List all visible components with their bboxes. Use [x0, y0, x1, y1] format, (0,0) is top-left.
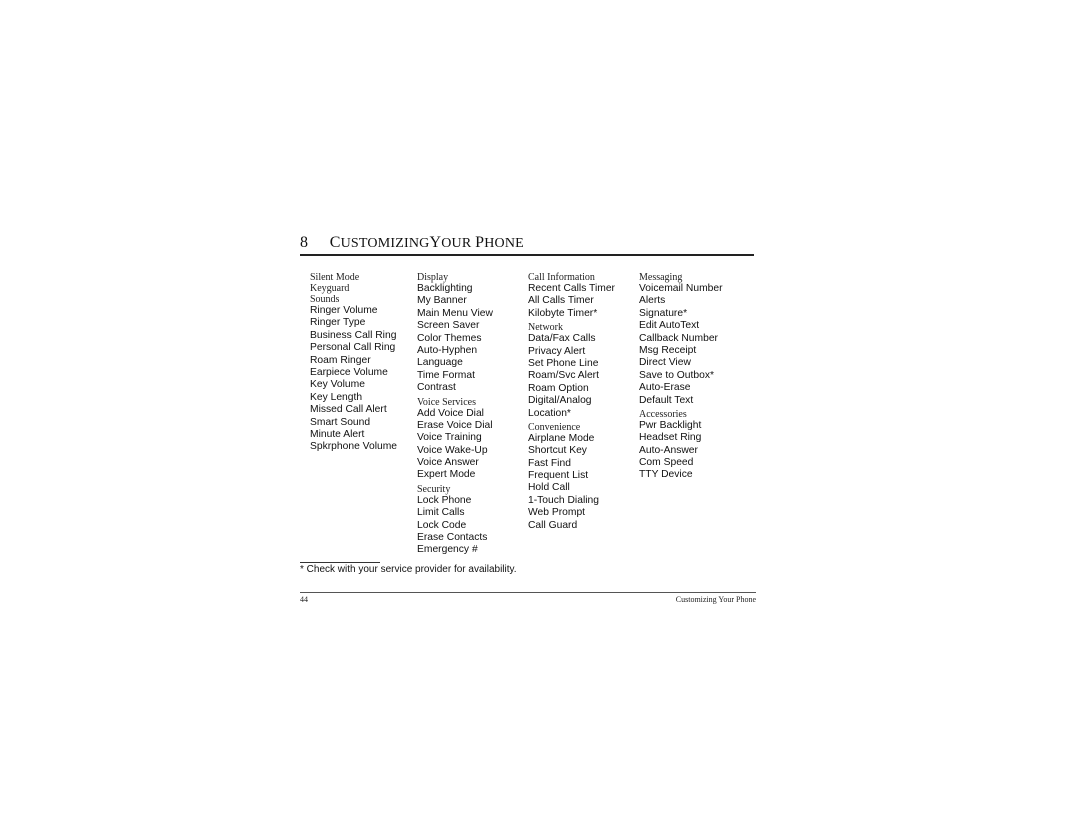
menu-item: Privacy Alert	[528, 345, 586, 357]
menu-item: Personal Call Ring	[310, 342, 396, 354]
manual-page: 8 CUSTOMIZINGYOUR PHONE Silent Mode Keygu…	[0, 0, 1080, 834]
menu-column-1: Silent Mode Keyguard Sounds Ringer Volume Ri…	[310, 272, 425, 454]
section-heading: Call Information	[528, 272, 595, 283]
menu-item: Screen Saver	[417, 320, 480, 332]
section-heading: Accessories	[639, 408, 687, 420]
running-title: Customizing Your Phone	[675, 595, 756, 604]
menu-item: Auto-Hyphen	[417, 344, 478, 356]
menu-item: Erase Contacts	[417, 532, 488, 544]
menu-item: Roam Option	[528, 382, 589, 394]
menu-column-2: Display Backlighting My Banner Main Menu Vi…	[417, 272, 532, 557]
menu-item: Recent Calls Timer	[528, 283, 615, 294]
menu-item: Lock Code	[417, 519, 467, 531]
chapter-number: 8	[300, 234, 308, 251]
menu-item: Emergency #	[417, 544, 478, 556]
menu-item: Alerts	[639, 295, 666, 307]
menu-item: Digital/Analog	[528, 395, 592, 407]
section-heading: Silent Mode	[310, 272, 360, 283]
menu-item: Airplane Mode	[528, 432, 595, 444]
menu-item: Auto-Erase	[639, 382, 691, 394]
menu-item: Add Voice Dial	[417, 407, 484, 419]
menu-item: Call Guard	[528, 519, 578, 531]
menu-item: Roam Ringer	[310, 354, 371, 366]
menu-item: Roam/Svc Alert	[528, 370, 599, 382]
menu-item: 1-Touch Dialing	[528, 494, 599, 506]
menu-item: Auto-Answer	[639, 444, 698, 456]
menu-item: Missed Call Alert	[310, 404, 387, 416]
menu-item: Earpiece Volume	[310, 366, 388, 378]
footnote: * Check with your service provider for a…	[300, 564, 517, 575]
menu-item: Direct View	[639, 357, 691, 369]
menu-item: Shortcut Key	[528, 445, 587, 457]
menu-item: TTY Device	[639, 469, 693, 481]
footnote-rule	[300, 562, 380, 563]
menu-item: Lock Phone	[417, 494, 472, 506]
menu-item: Set Phone Line	[528, 357, 599, 369]
menu-item: My Banner	[417, 295, 467, 307]
menu-item: Contrast	[417, 382, 456, 394]
menu-item: Erase Voice Dial	[417, 419, 493, 431]
menu-item: Edit AutoText	[639, 320, 700, 332]
menu-item: Expert Mode	[417, 469, 476, 481]
section-heading: Security	[417, 483, 451, 495]
menu-item: Spkrphone Volume	[310, 441, 398, 453]
heading-rule	[300, 254, 754, 256]
menu-item: Pwr Backlight	[639, 419, 702, 431]
menu-item: Voice Wake-Up	[417, 444, 488, 456]
menu-item: Business Call Ring	[310, 329, 397, 341]
menu-item: Data/Fax Calls	[528, 333, 596, 345]
menu-item: Voice Answer	[417, 457, 479, 469]
menu-item: Time Format	[417, 369, 475, 381]
menu-item: Color Themes	[417, 332, 482, 344]
menu-item: Com Speed	[639, 457, 694, 469]
section-heading: Network	[528, 322, 563, 334]
menu-item: All Calls Timer	[528, 295, 594, 307]
menu-item: Location*	[528, 407, 571, 419]
menu-item: Callback Number	[639, 332, 718, 344]
menu-item: Main Menu View	[417, 307, 493, 319]
menu-item: Key Volume	[310, 379, 365, 391]
menu-item: Ringer Volume	[310, 305, 378, 316]
menu-item: Signature*	[639, 307, 688, 319]
chapter-title: CUSTOMIZINGYOUR PHONE	[329, 234, 524, 251]
menu-item: Backlighting	[417, 283, 473, 294]
menu-item: Smart Sound	[310, 416, 371, 428]
menu-item: Ringer Type	[310, 317, 366, 329]
menu-item: Default Text	[639, 394, 694, 406]
footer-rule	[300, 592, 756, 593]
section-heading: Voice Services	[417, 396, 476, 408]
menu-item: Headset Ring	[639, 432, 702, 444]
chapter-heading: 8 CUSTOMIZINGYOUR PHONE	[300, 234, 524, 252]
menu-item: Voicemail Number	[639, 283, 723, 294]
section-heading: Keyguard	[310, 283, 350, 294]
menu-item: Limit Calls	[417, 507, 465, 519]
menu-item: Frequent List	[528, 470, 589, 482]
section-heading: Convenience	[528, 421, 581, 433]
menu-item: Voice Training	[417, 432, 482, 444]
menu-item: Key Length	[310, 391, 363, 403]
section-heading: Display	[417, 272, 449, 283]
page-number: 44	[300, 595, 308, 604]
menu-column-4: Messaging Voicemail Number Alerts Signature…	[639, 272, 754, 482]
menu-item: Save to Outbox*	[639, 369, 714, 381]
section-heading: Sounds	[310, 294, 340, 305]
section-heading: Messaging	[639, 272, 683, 283]
menu-item: Fast Find	[528, 457, 571, 469]
menu-item: Minute Alert	[310, 428, 365, 440]
menu-column-3: Call Information Recent Calls Timer All Ca…	[528, 272, 643, 532]
menu-item: Kilobyte Timer*	[528, 307, 598, 319]
menu-item: Web Prompt	[528, 507, 586, 519]
menu-item: Msg Receipt	[639, 344, 697, 356]
menu-item: Hold Call	[528, 482, 570, 494]
menu-item: Language	[417, 357, 463, 369]
